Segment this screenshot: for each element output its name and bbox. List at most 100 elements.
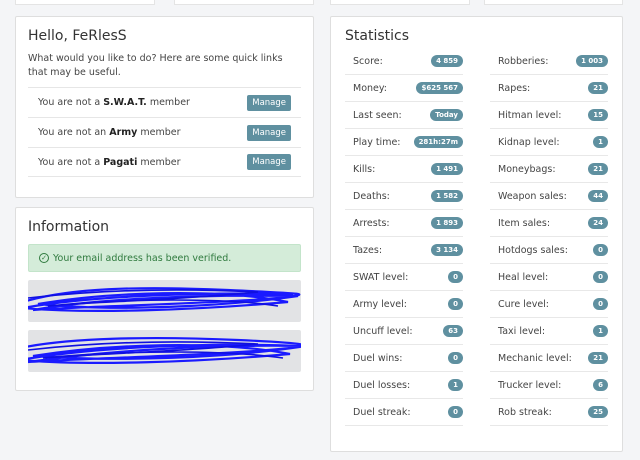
stat-row: Moneybags: 21 [490,156,608,183]
stat-label: Weapon sales: [498,190,567,202]
hello-title: Hello, FeRlesS [28,28,127,44]
stat-value-badge: 0 [593,244,608,256]
stat-row: SWAT level: 0 [345,264,463,291]
redacted-box-2 [28,330,301,372]
manage-army-button[interactable]: Manage [247,124,291,141]
membership-text: You are not an Army member [38,127,181,138]
stat-row: Army level: 0 [345,291,463,318]
stat-value-badge: Today [430,109,463,121]
stat-row: Taxi level: 1 [490,318,608,345]
stat-label: Mechanic level: [498,352,572,364]
membership-row-pagati: You are not a Pagati member Manage [28,147,301,177]
stat-value-badge: 1 [593,325,608,337]
stat-label: Taxi level: [498,325,546,337]
stat-row: Duel losses: 1 [345,372,463,399]
stat-row: Arrests: 1 893 [345,210,463,237]
stat-label: Money: [353,82,388,94]
membership-suffix: member [140,127,181,138]
stats-right-column: Robberies: 1 003 Rapes: 21 Hitman level: 15 Ki… [490,48,608,426]
hello-card: Hello, FeRlesS What would you like to do… [15,16,314,198]
stat-label: Hotdogs sales: [498,244,568,256]
stat-row: Kidnap level: 1 [490,129,608,156]
stat-row: Trucker level: 6 [490,372,608,399]
stat-value-badge: 0 [593,298,608,310]
email-verified-alert: ✓ Your email address has been verified. [28,244,301,272]
stat-value-badge: 281h:27m [413,136,463,148]
stat-label: Duel streak: [353,406,411,418]
stat-row: Kills: 1 491 [345,156,463,183]
top-card-edge-2 [174,0,314,5]
information-card: Information ✓ Your email address has bee… [15,207,314,391]
information-title: Information [28,219,110,235]
stat-label: Kidnap level: [498,136,560,148]
stat-row: Rapes: 21 [490,75,608,102]
stat-label: Moneybags: [498,163,556,175]
membership-group: S.W.A.T. [103,97,147,108]
manage-pagati-button[interactable]: Manage [247,154,291,170]
stat-label: Play time: [353,136,401,148]
membership-suffix: member [149,97,190,108]
stat-label: Cure level: [498,298,550,310]
stat-value-badge: 0 [593,271,608,283]
stat-value-badge: 21 [588,82,608,94]
email-verified-text: Your email address has been verified. [53,252,232,264]
stat-value-badge: 21 [588,163,608,175]
membership-row-swat: You are not a S.W.A.T. member Manage [28,87,301,117]
stats-left-column: Score: 4 859 Money: $625 567 Last seen: Today… [345,48,463,426]
stat-label: Arrests: [353,217,390,229]
stat-label: Last seen: [353,109,402,121]
stat-label: Hitman level: [498,109,562,121]
stat-value-badge: 15 [588,109,608,121]
stat-value-badge: 21 [588,352,608,364]
stat-value-badge: 24 [588,217,608,229]
stat-value-badge: 3 134 [431,244,463,256]
stat-row: Score: 4 859 [345,48,463,75]
stat-label: Heal level: [498,271,549,283]
stat-label: Rob streak: [498,406,552,418]
stat-label: Robberies: [498,55,549,67]
stat-label: Item sales: [498,217,551,229]
stat-label: Duel losses: [353,379,411,391]
membership-text: You are not a S.W.A.T. member [38,97,190,108]
check-circle-icon: ✓ [39,253,49,263]
top-card-edge-3 [330,0,470,5]
membership-suffix: member [140,156,181,168]
stat-row: Last seen: Today [345,102,463,129]
stat-value-badge: 1 [593,136,608,148]
stat-row: Play time: 281h:27m [345,129,463,156]
statistics-card: Statistics Score: 4 859 Money: $625 567 Last… [330,16,623,452]
stat-value-badge: 1 491 [431,163,463,175]
stat-value-badge: 1 582 [431,190,463,202]
stat-label: Duel wins: [353,352,403,364]
membership-prefix: You are not a [38,156,101,168]
membership-group: Pagati [103,156,138,168]
stat-row: Weapon sales: 44 [490,183,608,210]
redaction-scribble-2 [28,336,301,364]
stat-label: Tazes: [353,244,383,256]
stat-value-badge: 4 859 [431,55,463,67]
stat-row: Cure level: 0 [490,291,608,318]
stat-row: Deaths: 1 582 [345,183,463,210]
stat-value-badge: 1 003 [576,55,608,67]
stat-value-badge: $625 567 [416,82,463,94]
stat-value-badge: 0 [448,406,463,418]
stat-value-badge: 63 [443,325,463,337]
stat-row: Heal level: 0 [490,264,608,291]
membership-row-army: You are not an Army member Manage [28,117,301,147]
stat-label: Trucker level: [498,379,562,391]
manage-swat-button[interactable]: Manage [247,94,291,111]
stat-row: Money: $625 567 [345,75,463,102]
stat-value-badge: 25 [588,406,608,418]
stat-row: Mechanic level: 21 [490,345,608,372]
stat-row: Hitman level: 15 [490,102,608,129]
stat-row: Rob streak: 25 [490,399,608,426]
stat-value-badge: 44 [588,190,608,202]
membership-prefix: You are not a [38,97,101,108]
top-card-edge-4 [484,0,623,5]
stat-row: Robberies: 1 003 [490,48,608,75]
stat-value-badge: 0 [448,298,463,310]
stat-label: Deaths: [353,190,390,202]
statistics-title: Statistics [345,28,409,44]
hello-intro: What would you like to do? Here are some… [28,53,283,78]
stat-row: Uncuff level: 63 [345,318,463,345]
